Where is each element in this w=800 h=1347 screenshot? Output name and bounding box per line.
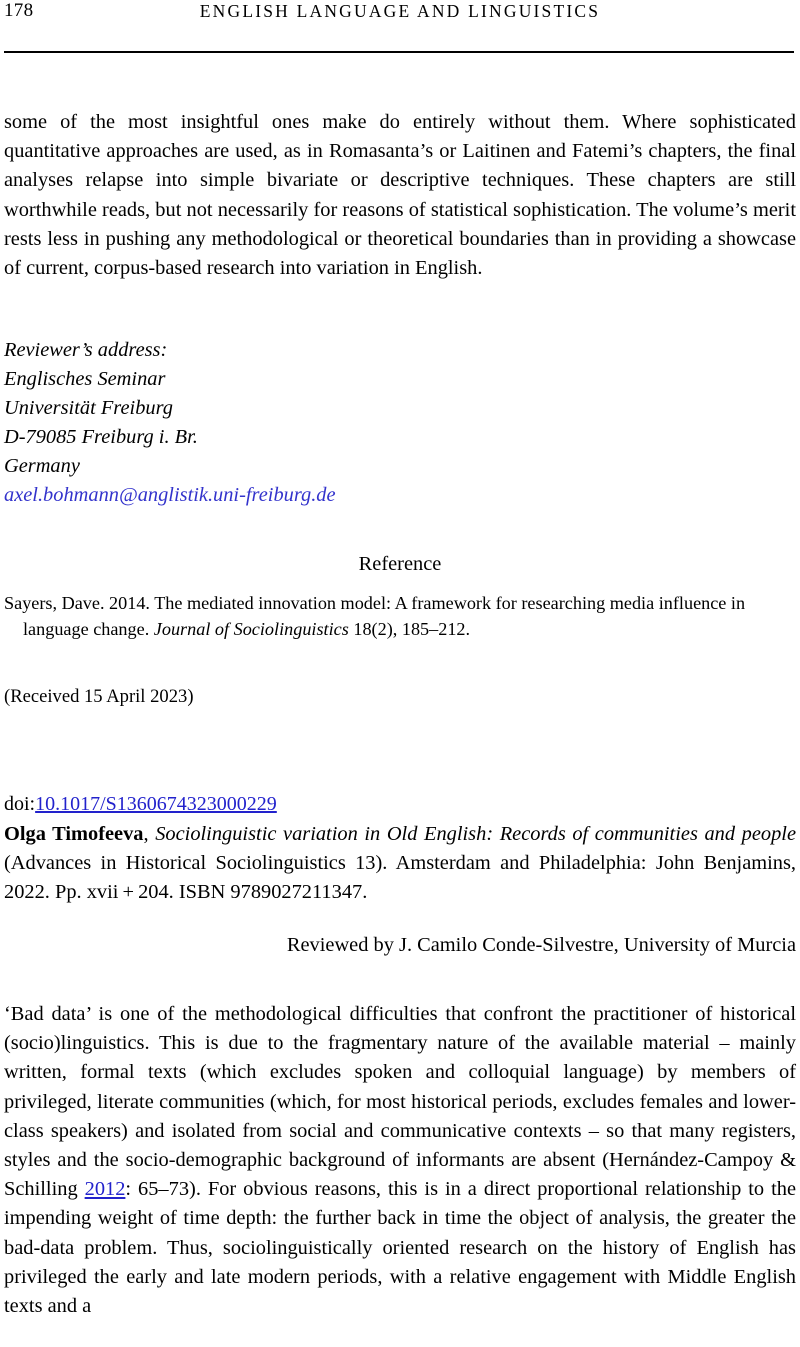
reviewer-byline: Reviewed by J. Camilo Conde-Silvestre, U…: [286, 934, 796, 956]
reviewer-address-block: Reviewer’s address: Englisches Seminar U…: [4, 336, 504, 510]
reviewer-address-country: Germany: [4, 455, 80, 477]
review-two-paragraph-part-one: ‘Bad data’ is one of the methodological …: [4, 1003, 796, 1201]
book-citation-separator: ,: [143, 823, 156, 845]
running-head: 178 ENGLISH LANGUAGE AND LINGUISTICS: [0, 0, 800, 30]
doi-link[interactable]: 10.1017/S1360674323000229: [35, 793, 277, 815]
doi-line: doi:10.1017/S1360674323000229: [4, 793, 277, 816]
journal-page: 178 ENGLISH LANGUAGE AND LINGUISTICS som…: [0, 0, 800, 1347]
book-publication-details: (Advances in Historical Sociolinguistics…: [4, 852, 796, 904]
reviewed-book-citation: Olga Timofeeva, Sociolinguistic variatio…: [4, 820, 796, 908]
reviewer-address-institute: Englisches Seminar: [4, 368, 166, 390]
received-date: (Received 15 April 2023): [4, 686, 194, 707]
running-title: ENGLISH LANGUAGE AND LINGUISTICS: [199, 1, 601, 21]
reference-section-heading: Reference: [358, 553, 442, 575]
reviewer-address-university: Universität Freiburg: [4, 397, 173, 419]
reviewer-email-link[interactable]: axel.bohmann@anglistik.uni-freiburg.de: [4, 484, 336, 506]
review-one-closing-paragraph: some of the most insightful ones make do…: [4, 111, 796, 280]
reference-entry-volume-pages: 18(2), 185–212.: [348, 619, 471, 639]
header-rule-divider: [4, 51, 794, 53]
reference-entry-journal-title: Journal of Sociolinguistics: [153, 619, 349, 639]
book-title: Sociolinguistic variation in Old English…: [155, 823, 797, 845]
reference-entry: Sayers, Dave. 2014. The mediated innovat…: [4, 590, 800, 642]
citation-year-link[interactable]: 2012: [85, 1178, 126, 1200]
doi-label: doi:: [4, 793, 36, 815]
reviewer-address-label: Reviewer’s address:: [4, 339, 168, 361]
book-author-name: Olga Timofeeva: [4, 823, 144, 845]
review-two-opening-paragraph: ‘Bad data’ is one of the methodological …: [4, 1000, 796, 1321]
reviewer-address-city: D-79085 Freiburg i. Br.: [4, 426, 198, 448]
